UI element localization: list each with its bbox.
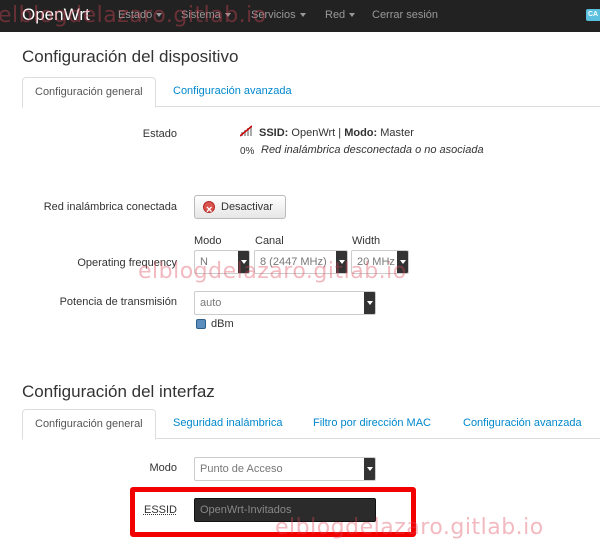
tx-power-select[interactable]: auto [194, 291, 376, 315]
nav-red-label: Red [325, 9, 346, 21]
tab-wireless-security[interactable]: Seguridad inalámbrica [161, 409, 294, 439]
info-icon [196, 319, 206, 329]
chevron-down-icon [364, 458, 375, 480]
status-line-disconnected: Red inalámbrica desconectada o no asocia… [261, 144, 484, 156]
freq-channel-label: Canal [255, 235, 284, 247]
status-separator: | [338, 127, 342, 139]
mode-prefix: Modo: [344, 127, 378, 139]
chevron-down-icon [299, 13, 306, 18]
tx-power-label: Potencia de transmisión [59, 296, 177, 308]
tab-interface-advanced[interactable]: Configuración avanzada [451, 409, 594, 439]
interface-config-title: Configuración del interfaz [22, 382, 215, 401]
disable-icon [203, 199, 215, 221]
wireless-connected-label: Red inalámbrica conectada [43, 201, 177, 213]
watermark-top: elblogdelazaro.gitlab.io [0, 3, 267, 28]
interface-mode-value: Punto de Acceso [200, 463, 283, 475]
chevron-down-icon [349, 13, 356, 18]
interface-mode-select[interactable]: Punto de Acceso [194, 457, 376, 481]
freq-mode-label: Modo [194, 235, 222, 247]
disable-button-label: Desactivar [221, 201, 273, 213]
ssid-prefix: SSID: [259, 127, 289, 139]
device-config-tabs: Configuración general Configuración avan… [22, 77, 600, 108]
mode-value: Master [380, 127, 414, 139]
nav-logout[interactable]: Cerrar sesión [372, 9, 438, 21]
changes-badge[interactable]: CA [586, 9, 600, 21]
tab-interface-general[interactable]: Configuración general [22, 409, 156, 440]
tab-mac-filter[interactable]: Filtro por dirección MAC [301, 409, 443, 439]
chevron-down-icon [364, 292, 375, 314]
disable-wireless-button[interactable]: Desactivar [194, 195, 286, 221]
nav-red[interactable]: Red [325, 9, 356, 21]
interface-mode-label: Modo [149, 462, 177, 474]
device-config-title: Configuración del dispositivo [22, 47, 239, 66]
signal-icon [240, 125, 252, 137]
ssid-value: OpenWrt [291, 127, 336, 139]
signal-percent: 0% [240, 146, 255, 157]
status-line-ssid: SSID: OpenWrt | Modo: Master [259, 127, 414, 139]
interface-config-tabs: Configuración general Seguridad inalámbr… [22, 409, 600, 440]
tx-power-value: auto [200, 297, 222, 309]
tx-power-unit: dBm [211, 318, 234, 330]
freq-width-label: Width [352, 235, 381, 247]
tab-device-general[interactable]: Configuración general [22, 77, 156, 108]
watermark-middle: elblogdelazaro.gitlab.io [138, 259, 407, 284]
watermark-bottom: elblogdelazaro.gitlab.io [275, 515, 544, 540]
tab-device-advanced[interactable]: Configuración avanzada [161, 77, 304, 107]
status-label: Estado [142, 128, 177, 140]
